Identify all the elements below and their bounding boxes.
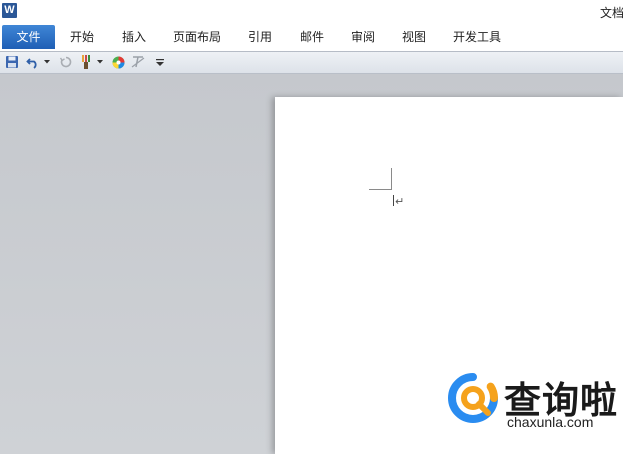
- tab-page-layout[interactable]: 页面布局: [173, 24, 221, 51]
- window-title: 文档: [600, 6, 623, 20]
- tab-view[interactable]: 视图: [402, 24, 426, 51]
- watermark-logo-icon: [448, 373, 498, 423]
- watermark-en-text: chaxunla.com: [507, 414, 594, 430]
- watermark: 查询啦 chaxunla.com: [447, 368, 623, 438]
- tab-home[interactable]: 开始: [70, 24, 94, 51]
- undo-dropdown-icon[interactable]: [43, 54, 51, 70]
- tab-mailings[interactable]: 邮件: [300, 24, 324, 51]
- tab-insert[interactable]: 插入: [122, 24, 146, 51]
- ribbon-tab-bar: 文件 开始 插入 页面布局 引用 邮件 审阅 视图 开发工具: [0, 24, 623, 52]
- undo-icon[interactable]: [25, 54, 41, 70]
- clear-format-icon[interactable]: [130, 54, 146, 70]
- tab-file[interactable]: 文件: [2, 25, 55, 49]
- margin-corner-mark: [369, 168, 392, 190]
- word-app-icon[interactable]: W: [2, 3, 17, 18]
- paragraph-mark-glyph: ↵: [395, 195, 405, 208]
- redo-icon[interactable]: [58, 54, 74, 70]
- color-wheel-icon[interactable]: [110, 54, 126, 70]
- save-icon[interactable]: [4, 54, 20, 70]
- paragraph-mark: ↵: [393, 195, 404, 208]
- customize-dropdown-icon[interactable]: [155, 54, 165, 70]
- tab-references[interactable]: 引用: [248, 24, 272, 51]
- tab-developer[interactable]: 开发工具: [453, 24, 501, 51]
- format-painter-icon[interactable]: [78, 54, 94, 70]
- format-painter-dropdown-icon[interactable]: [96, 54, 104, 70]
- tab-review[interactable]: 审阅: [351, 24, 375, 51]
- text-cursor: [393, 195, 394, 206]
- title-bar: W 文档: [0, 0, 623, 24]
- quick-access-toolbar: [0, 52, 623, 74]
